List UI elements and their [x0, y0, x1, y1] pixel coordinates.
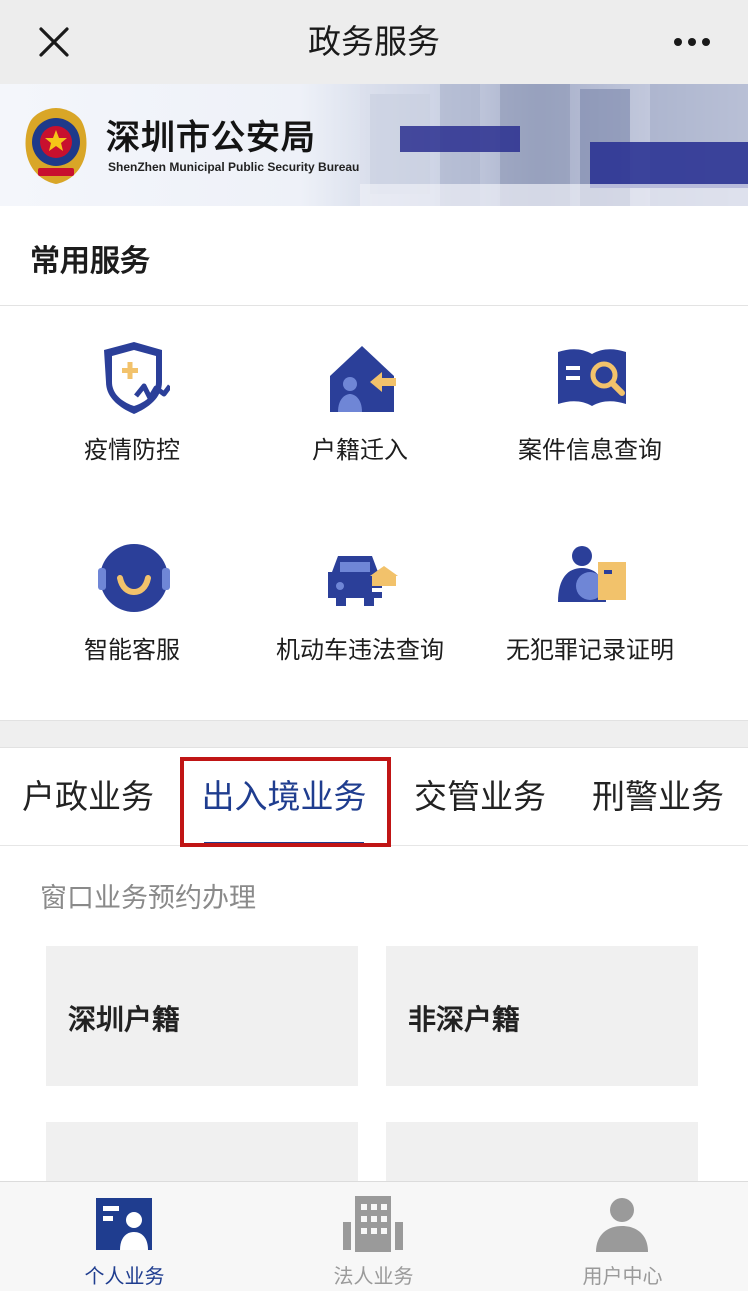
common-services-header: 常用服务 — [0, 206, 748, 306]
car-police-icon — [328, 556, 398, 606]
user-icon — [596, 1198, 648, 1252]
close-icon[interactable] — [34, 22, 74, 62]
service-label: 疫情防控 — [84, 436, 180, 464]
tabbar-user-center[interactable]: 用户中心 — [498, 1182, 747, 1291]
common-services-grid: 疫情防控 户籍迁入 案件信息查询 智能客服 机动车违法查询 无犯罪记录证明 — [0, 306, 748, 720]
service-epidemic-control[interactable]: 疫情防控 — [12, 306, 252, 466]
house-arrow-icon — [330, 346, 396, 412]
card-label: 深圳户籍 — [68, 1003, 181, 1036]
headset-smile-icon — [98, 544, 170, 612]
more-icon[interactable] — [668, 26, 716, 58]
tab-traffic[interactable]: 交管业务 — [402, 748, 558, 846]
org-name: 深圳市公安局 — [106, 118, 316, 158]
book-search-icon — [558, 349, 626, 406]
page-title: 政务服务 — [308, 22, 440, 61]
service-no-criminal-record[interactable]: 无犯罪记录证明 — [470, 506, 710, 666]
org-name-english: ShenZhen Municipal Public Security Burea… — [108, 160, 360, 174]
police-certificate-icon — [558, 546, 626, 602]
service-label: 户籍迁入 — [312, 436, 408, 464]
section-title: 常用服务 — [30, 244, 150, 279]
tabbar-personal[interactable]: 个人业务 — [0, 1182, 249, 1291]
section-divider — [0, 720, 748, 748]
service-case-query[interactable]: 案件信息查询 — [470, 306, 710, 466]
tabbar-label: 用户中心 — [582, 1264, 663, 1288]
window-appointment-subtitle: 窗口业务预约办理 — [40, 883, 256, 914]
tab-household[interactable]: 户政业务 — [10, 748, 166, 846]
nav-bar: 政务服务 — [0, 0, 748, 84]
person-card-icon — [96, 1198, 152, 1250]
police-emblem-icon — [25, 108, 87, 184]
service-label: 无犯罪记录证明 — [506, 636, 674, 664]
service-label: 智能客服 — [84, 636, 180, 664]
service-label: 案件信息查询 — [518, 436, 662, 464]
tab-criminal[interactable]: 刑警业务 — [580, 748, 736, 846]
banner-photo — [360, 84, 748, 206]
service-vehicle-violation[interactable]: 机动车违法查询 — [240, 506, 480, 666]
page: 政务服务 深圳市公安局 ShenZhen Municipal Public Se… — [0, 0, 748, 1291]
card-shenzhen-hukou[interactable]: 深圳户籍 — [46, 946, 358, 1086]
bottom-tab-bar: 个人业务 法人业务 用户中心 — [0, 1181, 748, 1291]
tabbar-label: 个人业务 — [84, 1264, 165, 1288]
header-banner: 深圳市公安局 ShenZhen Municipal Public Securit… — [0, 84, 748, 206]
service-label: 机动车违法查询 — [276, 636, 444, 664]
card-label: 非深户籍 — [408, 1003, 521, 1036]
tabbar-label: 法人业务 — [333, 1264, 414, 1288]
highlight-box — [180, 757, 391, 847]
building-icon — [343, 1196, 403, 1252]
card-non-shenzhen-hukou[interactable]: 非深户籍 — [386, 946, 698, 1086]
service-household-move-in[interactable]: 户籍迁入 — [240, 306, 480, 466]
shield-medical-icon — [104, 342, 170, 414]
service-smart-support[interactable]: 智能客服 — [12, 506, 252, 666]
tabbar-corporate[interactable]: 法人业务 — [249, 1182, 498, 1291]
